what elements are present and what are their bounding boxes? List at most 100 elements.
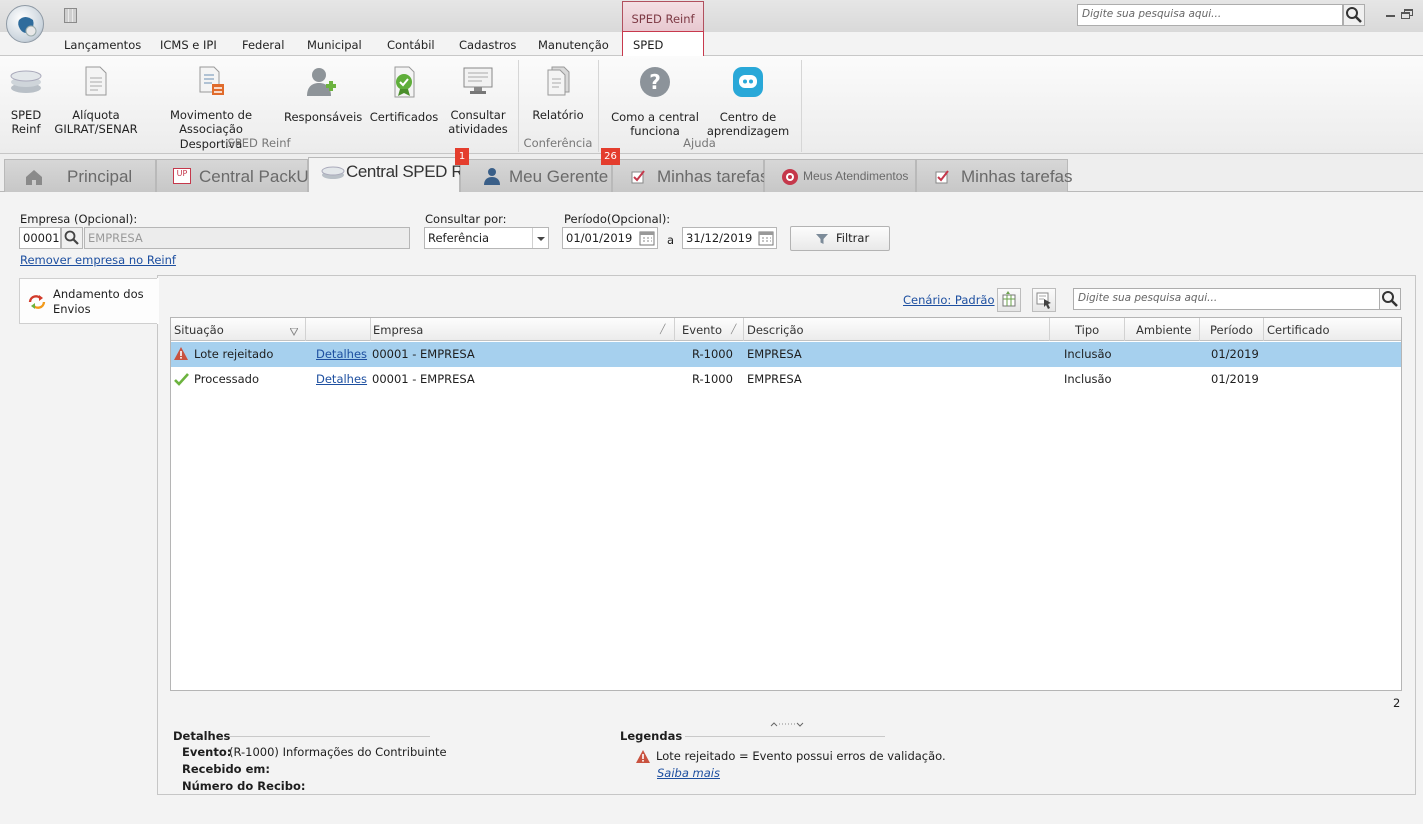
tab-central-packup-label: Central PackUp <box>199 167 319 186</box>
col-header-empresa[interactable]: Empresa <box>373 323 423 337</box>
ribbon-tab-contabil[interactable]: Contábil <box>387 32 435 56</box>
col-divider <box>1263 318 1264 341</box>
tab-central-sped-reinf[interactable]: Central SPED Reinf <box>308 157 489 193</box>
recebido-label: Recebido em: <box>182 762 270 776</box>
col-header-ambiente[interactable]: Ambiente <box>1136 323 1192 337</box>
col-header-situacao[interactable]: Situação <box>174 323 224 337</box>
tab-minhas-tarefas-2[interactable]: Minhas tarefas <box>916 159 1073 192</box>
certificados-button[interactable]: Certificados <box>368 66 440 124</box>
table-row[interactable]: Processado Detalhes 00001 - EMPRESA R-10… <box>171 367 1401 392</box>
report-icon <box>547 66 570 96</box>
consultar-label: Consultar por: <box>425 212 507 226</box>
calendar-icon[interactable] <box>639 230 655 252</box>
tab-meu-gerente-label: Meu Gerente <box>509 167 609 186</box>
como-central-funciona-button[interactable]: ? Como a central funciona <box>610 66 700 139</box>
chevron-down-icon <box>532 228 548 248</box>
col-header-certificado[interactable]: Certificado <box>1267 323 1330 337</box>
document-transfer-icon <box>199 66 224 95</box>
grid-search-button[interactable] <box>1379 288 1401 310</box>
row-tipo: Inclusão <box>1064 347 1112 361</box>
calculator-icon[interactable] <box>64 8 77 23</box>
saiba-mais-link[interactable]: Saiba mais <box>657 766 720 780</box>
col-header-tipo[interactable]: Tipo <box>1075 323 1099 337</box>
date-to-value: 31/12/2019 <box>686 231 753 245</box>
funnel-icon <box>816 234 828 244</box>
svg-text:?: ? <box>649 70 661 94</box>
evento-value: (R-1000) Informações do Contribuinte <box>229 745 447 759</box>
empresa-code-input[interactable]: 00001 <box>19 227 61 249</box>
empresa-search-button[interactable] <box>61 227 83 249</box>
tab-central-packup[interactable]: UP Central PackUp <box>156 159 318 192</box>
evento-label: Evento: <box>182 745 232 759</box>
splitter-handle[interactable] <box>769 718 805 728</box>
date-to-input[interactable]: 31/12/2019 <box>682 227 777 249</box>
ribbon-tab-sped-reinf[interactable]: SPED Reinf <box>622 31 704 79</box>
warning-icon <box>174 347 188 360</box>
responsaveis-button[interactable]: Responsáveis <box>284 66 362 124</box>
empresa-name-field: EMPRESA <box>84 227 410 249</box>
home-icon <box>26 170 42 185</box>
sped-reinf-button[interactable]: SPED Reinf <box>4 66 48 137</box>
ribbon-tab-icms-ipi[interactable]: ICMS e IPI <box>160 32 217 56</box>
app-logo[interactable] <box>6 5 44 43</box>
como-central-funciona-button-label: Como a central funciona <box>611 109 699 139</box>
sync-arrows-icon <box>28 295 46 309</box>
row-details-link[interactable]: Detalhes <box>316 367 367 391</box>
relatorio-button-label: Relatório <box>532 107 584 122</box>
row-status: Lote rejeitado <box>194 347 274 361</box>
consultar-select[interactable]: Referência <box>424 227 549 249</box>
ribbon-tab-municipal[interactable]: Municipal <box>307 32 362 56</box>
periodo-label: Período(Opcional): <box>564 212 671 226</box>
col-header-descricao[interactable]: Descrição <box>747 323 804 337</box>
filter-icon[interactable] <box>289 325 299 339</box>
minimize-icon[interactable] <box>1386 15 1395 17</box>
row-periodo: 01/2019 <box>1211 347 1259 361</box>
document-icon <box>85 66 107 96</box>
consultar-atividades-button[interactable]: Consultar atividades <box>446 66 510 137</box>
calendar-icon[interactable] <box>758 230 774 252</box>
add-user-icon <box>307 68 336 96</box>
check-icon <box>174 373 189 386</box>
remove-empresa-link[interactable]: Remover empresa no Reinf <box>20 253 176 267</box>
row-descricao: EMPRESA <box>747 372 802 386</box>
ribbon-group-label-sped-reinf: SPED Reinf <box>227 136 291 150</box>
centro-aprendizagem-button-label: Centro de aprendizagem <box>706 109 790 139</box>
context-tab-header: SPED Reinf <box>622 1 704 32</box>
warning-icon <box>636 750 650 763</box>
expand-collapse-icon <box>770 722 804 727</box>
aliquota-gilrat-button-label: Alíquota GILRAT/SENAR <box>54 107 138 137</box>
coins-icon <box>10 70 42 93</box>
filter-button-label: Filtrar <box>836 231 870 245</box>
tab-meu-gerente[interactable]: Meu Gerente <box>460 159 612 192</box>
date-from-input[interactable]: 01/01/2019 <box>562 227 658 249</box>
consultar-select-value: Referência <box>428 231 490 245</box>
global-search-input[interactable]: Digite sua pesquisa aqui... <box>1077 4 1343 26</box>
tab-meus-atendimentos[interactable]: Meus Atendimentos <box>764 159 916 192</box>
col-header-evento[interactable]: Evento <box>682 323 722 337</box>
filter-button[interactable]: Filtrar <box>790 226 890 251</box>
ribbon-tab-federal[interactable]: Federal <box>242 32 284 56</box>
ribbon-tab-lancamentos[interactable]: Lançamentos <box>64 32 141 56</box>
select-cursor-button[interactable] <box>1032 288 1056 312</box>
search-icon <box>1382 291 1398 307</box>
table-row[interactable]: Lote rejeitado Detalhes 00001 - EMPRESA … <box>171 342 1401 367</box>
row-details-link[interactable]: Detalhes <box>316 342 367 366</box>
search-button[interactable] <box>1343 4 1365 26</box>
tab-minhas-tarefas[interactable]: Minhas tarefas <box>612 159 769 192</box>
restore-icon[interactable] <box>1401 9 1413 19</box>
tab-principal[interactable]: Principal <box>4 159 156 192</box>
record-count: 2 <box>1393 696 1401 710</box>
cenario-link[interactable]: Cenário: Padrão <box>903 293 995 307</box>
tab-principal-label: Principal <box>67 167 133 186</box>
columns-config-button[interactable] <box>997 288 1021 312</box>
coins-icon <box>321 166 345 179</box>
ribbon-tab-manutencao[interactable]: Manutenção <box>538 32 609 56</box>
side-nav-item-andamento[interactable]: Andamento dos Envios <box>19 278 159 324</box>
col-divider <box>674 318 675 341</box>
relatorio-button[interactable]: Relatório <box>528 66 588 122</box>
centro-aprendizagem-button[interactable]: Centro de aprendizagem <box>706 66 790 139</box>
aliquota-gilrat-button[interactable]: Alíquota GILRAT/SENAR <box>54 66 138 137</box>
grid-search-input[interactable]: Digite sua pesquisa aqui... <box>1073 288 1380 310</box>
ribbon-tab-cadastros[interactable]: Cadastros <box>459 32 516 56</box>
col-header-periodo[interactable]: Período <box>1210 323 1253 337</box>
